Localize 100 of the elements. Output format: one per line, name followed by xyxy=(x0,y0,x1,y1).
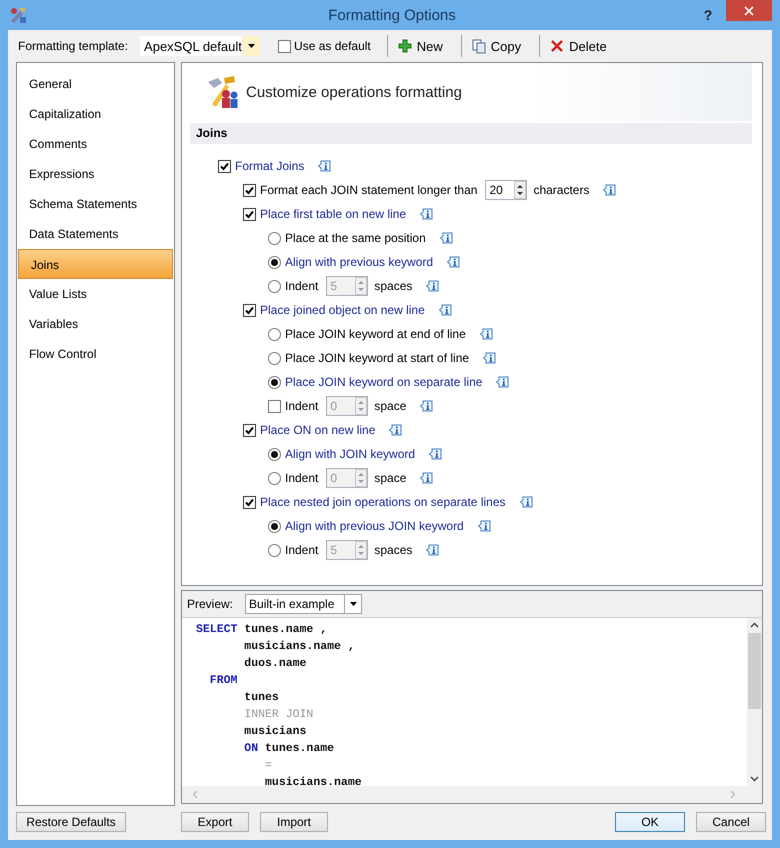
sidebar-item[interactable]: Comments xyxy=(17,129,174,159)
info-icon xyxy=(440,232,453,244)
checkmark-icon xyxy=(219,160,230,172)
dialog-button[interactable]: Cancel xyxy=(696,812,766,832)
checkbox[interactable]: Place first table on new line xyxy=(243,207,406,221)
scroll-left-icon xyxy=(192,790,198,799)
template-dropdown[interactable]: ApexSQL default xyxy=(140,36,260,56)
checkbox[interactable]: Format Joins xyxy=(218,159,304,173)
delete-icon xyxy=(550,38,564,54)
info-icon xyxy=(478,520,491,532)
page-title: Customize operations formatting xyxy=(246,84,462,100)
preview-label: Preview: xyxy=(187,597,234,611)
info-icon xyxy=(603,184,616,196)
number-spinner[interactable]: 20 xyxy=(485,180,528,200)
dialog-button[interactable]: Restore Defaults xyxy=(16,812,126,832)
unit-label: spaces xyxy=(374,279,412,293)
code-line: FROM xyxy=(208,673,238,689)
info-icon xyxy=(438,304,452,316)
sidebar-item[interactable]: Value Lists xyxy=(17,279,174,309)
sidebar-item[interactable]: Variables xyxy=(17,309,174,339)
info-icon xyxy=(520,496,532,508)
code-line: musicians xyxy=(243,724,306,740)
info-icon xyxy=(420,400,434,412)
info-icon xyxy=(420,208,434,220)
info-icon xyxy=(429,448,442,460)
plus-icon xyxy=(398,38,412,54)
code-line: SELECT tunes.name , xyxy=(196,622,328,638)
delete-button[interactable]: Delete xyxy=(544,36,613,56)
help-button[interactable]: ? xyxy=(696,4,720,26)
info-icon xyxy=(447,256,460,268)
sidebar-item[interactable]: Capitalization xyxy=(17,99,174,129)
radio-button[interactable]: Indent xyxy=(268,279,318,293)
info-icon xyxy=(426,280,440,292)
dialog-button[interactable]: OK xyxy=(615,812,685,832)
radio-button[interactable]: Align with previous JOIN keyword xyxy=(268,519,464,533)
radio-button[interactable]: Place at the same position xyxy=(268,231,426,245)
unit-label: space xyxy=(374,471,406,485)
spinner-arrows-icon xyxy=(514,181,526,199)
checkmark-icon xyxy=(244,304,255,316)
code-line: musicians.name xyxy=(264,775,362,786)
checkmark-icon xyxy=(244,208,255,220)
radio-button[interactable]: Indent xyxy=(268,471,318,485)
app-icon xyxy=(8,5,28,25)
spinner-arrows-icon xyxy=(355,469,368,487)
unit-label: characters xyxy=(533,183,590,197)
preview-dropdown[interactable]: Built-in example xyxy=(245,594,362,614)
dialog-button[interactable]: Export xyxy=(181,812,249,832)
checkbox[interactable]: Indent xyxy=(268,399,318,413)
info-icon xyxy=(389,424,402,436)
section-header: Joins xyxy=(190,123,752,144)
scroll-down-icon xyxy=(750,776,759,782)
info-icon xyxy=(483,352,496,364)
dialog-button[interactable]: Import xyxy=(260,812,328,832)
close-icon xyxy=(744,6,754,16)
checkmark-icon xyxy=(244,496,255,508)
checkbox[interactable]: Place nested join operations on separate lines xyxy=(243,495,506,509)
radio-button[interactable]: Align with JOIN keyword xyxy=(268,447,416,461)
scroll-right-icon xyxy=(730,790,736,799)
radio-button[interactable]: Align with previous keyword xyxy=(268,255,434,269)
checkmark-icon xyxy=(244,184,255,196)
code-line: INNER JOIN xyxy=(243,707,314,723)
unit-label: spaces xyxy=(374,543,412,557)
new-button[interactable]: New xyxy=(392,36,449,56)
sidebar-item[interactable]: Joins xyxy=(18,249,173,279)
info-icon xyxy=(496,376,510,388)
sidebar-item[interactable]: Flow Control xyxy=(17,339,174,369)
info-icon xyxy=(426,544,440,556)
checkmark-icon xyxy=(244,424,255,436)
unit-label: space xyxy=(374,399,406,413)
checkbox[interactable]: Format each JOIN statement longer than xyxy=(243,183,478,197)
copy-icon xyxy=(472,38,486,54)
scroll-thumb[interactable] xyxy=(748,633,761,709)
sidebar-item[interactable]: General xyxy=(17,69,174,99)
scroll-up-icon xyxy=(750,622,759,628)
spinner-arrows-icon xyxy=(355,541,368,559)
info-icon xyxy=(420,472,434,484)
dropdown-arrow-icon xyxy=(248,44,256,48)
close-button[interactable] xyxy=(726,0,772,21)
code-line: ON tunes.name xyxy=(243,741,334,757)
radio-button[interactable]: Place JOIN keyword at end of line xyxy=(268,327,466,341)
use-as-default-checkbox[interactable]: Use as default xyxy=(278,39,371,53)
sidebar-item[interactable]: Expressions xyxy=(17,159,174,189)
radio-button[interactable]: Place JOIN keyword at start of line xyxy=(268,351,470,365)
spinner-arrows-icon xyxy=(355,277,368,295)
vertical-scrollbar[interactable] xyxy=(747,618,762,786)
code-line: duos.name xyxy=(243,656,306,672)
sidebar-item[interactable]: Schema Statements xyxy=(17,189,174,219)
code-line: tunes xyxy=(243,690,279,706)
sidebar-item[interactable]: Data Statements xyxy=(17,219,174,249)
window-title: Formatting Options xyxy=(327,6,457,24)
copy-button[interactable]: Copy xyxy=(466,36,528,56)
info-icon xyxy=(480,328,493,340)
dropdown-arrow-icon xyxy=(350,602,357,606)
checkbox[interactable]: Place ON on new line xyxy=(243,423,376,437)
checkbox[interactable]: Place joined object on new line xyxy=(243,303,425,317)
radio-button[interactable]: Indent xyxy=(268,543,318,557)
radio-button[interactable]: Place JOIN keyword on separate line xyxy=(268,375,482,389)
info-icon xyxy=(318,160,332,172)
code-line: musicians.name , xyxy=(243,639,355,655)
spinner-arrows-icon xyxy=(355,397,368,415)
